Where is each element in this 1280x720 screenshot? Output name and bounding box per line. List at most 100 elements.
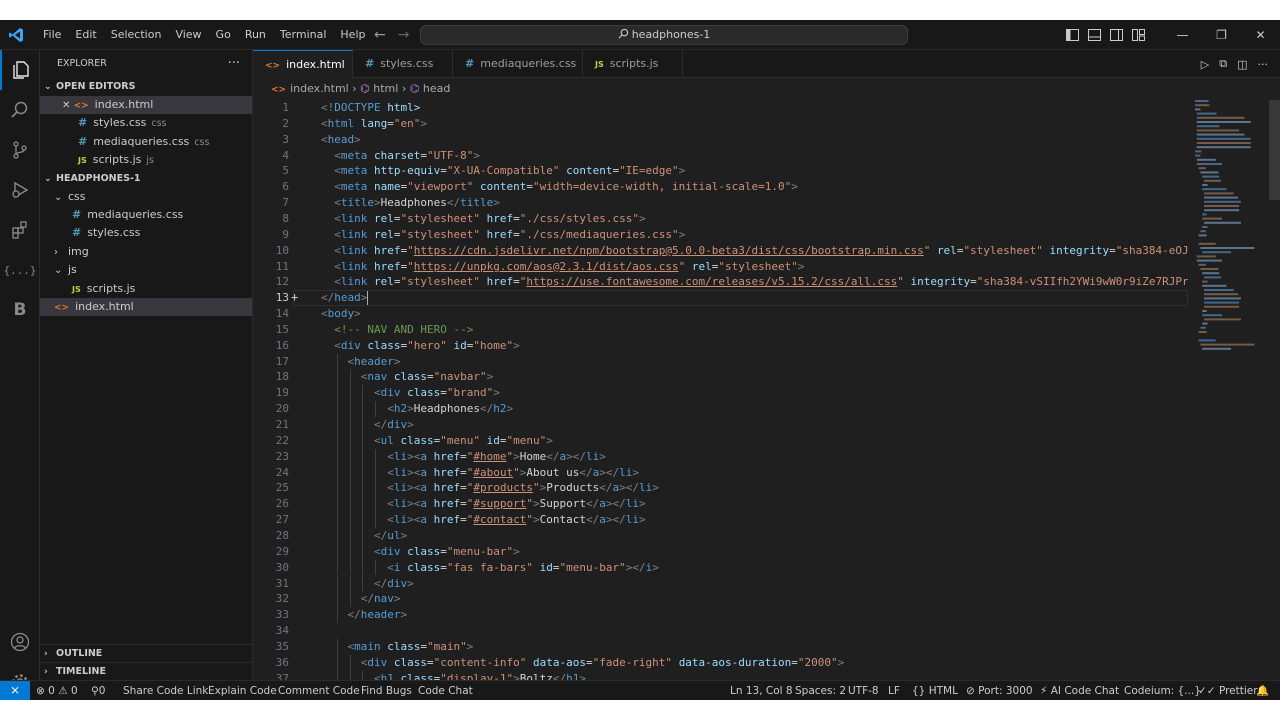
codeium-action-comment-code[interactable]: Comment Code [278,681,360,700]
search-icon[interactable] [0,90,40,130]
back-arrow-icon[interactable]: ← [374,27,386,43]
indentation[interactable]: Spaces: 2 [795,681,846,700]
timeline-section[interactable]: › TIMELINE [40,663,253,681]
code-line[interactable]: <body> [321,306,361,322]
live-server-port[interactable]: ⊘ Port: 3000 [966,681,1033,700]
file-item[interactable]: # styles.css [40,224,252,242]
code-line[interactable]: <title>Headphones</title> [321,195,500,211]
scrollbar-thumb[interactable] [1269,100,1280,200]
vertical-scrollbar[interactable] [1269,100,1280,680]
code-line[interactable]: <div class="hero" id="home"> [321,338,520,354]
code-line[interactable]: <html lang="en"> [321,116,427,132]
codeium-action-share-code-link[interactable]: Share Code Link [123,681,208,700]
code-line[interactable]: <div class="content-info" data-aos="fade… [321,655,845,671]
menu-item-selection[interactable]: Selection [104,20,169,50]
file-item[interactable]: <> index.html [40,297,252,317]
ai-code-chat[interactable]: ⚡ AI Code Chat [1040,681,1119,700]
toggle-secondary-sidebar-icon[interactable] [1105,20,1127,50]
tab-index-html[interactable]: <> index.html [253,50,353,78]
code-line[interactable]: <li><a href="#about">About us</a></li> [321,465,639,481]
code-line[interactable]: <li><a href="#home">Home</a></li> [321,449,606,465]
open-preview-icon[interactable]: ⧉ [1219,57,1227,71]
menu-item-view[interactable]: View [168,20,208,50]
tab-styles-css[interactable]: # styles.css [353,50,453,78]
menu-item-run[interactable]: Run [238,20,273,50]
code-line[interactable]: <link rel="stylesheet" href="./css/media… [321,227,685,243]
remote-indicator-icon[interactable]: ⨯ [0,681,30,700]
toggle-panel-icon[interactable] [1083,20,1105,50]
code-line[interactable]: </head> [321,290,367,306]
menu-item-terminal[interactable]: Terminal [273,20,334,50]
code-line[interactable]: <link rel="stylesheet" href="./css/style… [321,211,645,227]
more-actions-icon[interactable]: ··· [228,50,240,78]
code-line[interactable]: <i class="fas fa-bars" id="menu-bar"></i… [321,560,659,576]
code-line[interactable]: <meta name="viewport" content="width=dev… [321,179,798,195]
notifications-bell-icon[interactable]: 🔔 [1256,681,1269,700]
project-section[interactable]: ⌄ HEADPHONES-1 [40,170,252,188]
json-extension-icon[interactable]: {...} [0,250,40,290]
code-line[interactable]: <link rel="stylesheet" href="https://use… [321,274,1188,290]
code-line[interactable]: <link href="https://unpkg.com/aos@2.3.1/… [321,259,804,275]
file-item[interactable]: JS scripts.js [40,280,252,298]
code-line[interactable]: <ul class="menu" id="menu"> [321,433,553,449]
source-control-icon[interactable] [0,130,40,170]
menu-item-file[interactable]: File [36,20,68,50]
command-center-search[interactable]: headphones-1 [420,25,908,45]
code-line[interactable]: </ul> [321,528,407,544]
customize-layout-icon[interactable] [1127,20,1149,50]
codeium-action-find-bugs[interactable]: Find Bugs [361,681,412,700]
breadcrumb-item[interactable]: html [373,82,398,95]
code-line[interactable]: </header> [321,607,408,623]
open-editors-section[interactable]: ⌄ OPEN EDITORS [40,78,252,96]
code-line[interactable]: <div class="brand"> [321,385,500,401]
split-editor-icon[interactable]: ◫ [1237,58,1247,71]
minimap[interactable] [1191,100,1269,350]
code-line[interactable]: <nav class="navbar"> [321,369,493,385]
breadcrumb-item[interactable]: index.html [290,82,349,95]
folder-item[interactable]: ⌄ js [40,261,252,279]
code-line[interactable]: <meta charset="UTF-8"> [321,148,480,164]
code-line[interactable]: <header> [321,354,401,370]
more-actions-icon[interactable]: ··· [1258,58,1269,71]
run-icon[interactable]: ▷ [1201,58,1209,71]
close-window-icon[interactable]: ✕ [1241,20,1280,50]
accounts-icon[interactable] [0,622,40,662]
code-line[interactable]: <div class="menu-bar"> [321,544,520,560]
language-mode[interactable]: {} HTML [912,681,958,700]
open-editor-item[interactable]: # mediaqueries.css css [40,133,252,151]
code-line[interactable]: </nav> [321,591,401,607]
file-item[interactable]: # mediaqueries.css [40,206,252,224]
code-editor[interactable]: 1 <!DOCTYPE html> 2 <html lang="en"> 3 <head>… [253,100,1188,680]
restore-icon[interactable]: ❐ [1202,20,1241,50]
code-line[interactable]: <li><a href="#support">Support</a></li> [321,496,645,512]
code-line[interactable]: <link href="https://cdn.jsdelivr.net/npm… [321,243,1188,259]
code-line[interactable]: </div> [321,576,414,592]
run-debug-icon[interactable] [0,170,40,210]
code-line[interactable]: <head> [321,132,361,148]
prettier-status[interactable]: ✓✓ Prettier [1198,681,1258,700]
codeium-status[interactable]: Codeium: {...} [1124,681,1201,700]
code-line[interactable]: </div> [321,417,414,433]
encoding[interactable]: UTF-8 [848,681,879,700]
code-line[interactable]: <li><a href="#products">Products</a></li… [321,480,659,496]
open-editor-item[interactable]: JS scripts.js js [40,151,252,169]
code-line[interactable]: <li><a href="#contact">Contact</a></li> [321,512,645,528]
outline-section[interactable]: › OUTLINE [40,645,253,663]
tab-scripts-js[interactable]: JS scripts.js [583,50,683,78]
code-line[interactable]: <meta http-equiv="X-UA-Compatible" conte… [321,163,685,179]
folder-item[interactable]: › img [40,243,252,261]
close-icon[interactable]: ✕ [62,100,74,111]
explorer-icon[interactable] [0,50,40,90]
minimize-icon[interactable]: — [1163,20,1202,50]
code-line[interactable]: <main class="main"> [321,639,474,655]
menu-item-help[interactable]: Help [333,20,372,50]
cursor-position[interactable]: Ln 13, Col 8 [730,681,793,700]
open-editor-item[interactable]: # styles.css css [40,114,252,132]
menu-item-edit[interactable]: Edit [68,20,103,50]
toggle-primary-sidebar-icon[interactable] [1061,20,1083,50]
end-of-line[interactable]: LF [888,681,900,700]
code-line[interactable]: <!DOCTYPE html> [321,100,420,116]
folder-item[interactable]: ⌄ css [40,188,252,206]
problems-indicator[interactable]: ⊗ 0 ⚠ 0 [36,681,78,700]
code-line[interactable]: <!-- NAV AND HERO --> [321,322,473,338]
